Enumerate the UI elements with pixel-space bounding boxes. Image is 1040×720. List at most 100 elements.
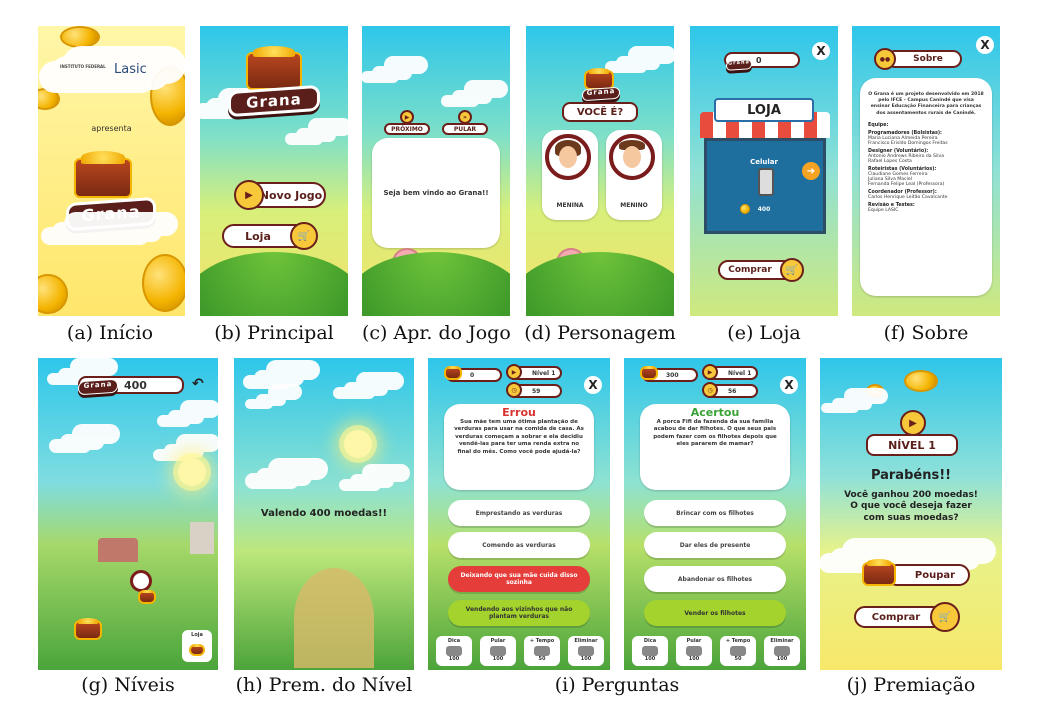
credits-heading: Equipe:: [868, 122, 889, 128]
coin-decoration: [60, 26, 100, 48]
screen-personagem: Grana VOCÊ É? MENINA MENINO: [526, 26, 674, 316]
level-title: NÍVEL 1: [866, 434, 958, 456]
cloud: [164, 444, 204, 458]
institute-name: INSTITUTO FEDERAL: [60, 64, 106, 69]
time-powerup[interactable]: + Tempo 50: [720, 636, 756, 666]
team-icon: ●●: [230, 262, 258, 290]
treasure-chest: [378, 270, 418, 300]
about-card: O Grana é um projeto desenvolvido em 201…: [860, 78, 992, 296]
answer-option-correct[interactable]: Vendendo aos vizinhos que não plantam ve…: [448, 600, 590, 626]
about-label: Sobre: [265, 269, 303, 283]
caption-i: (i) Perguntas: [554, 674, 680, 696]
cloud: [832, 398, 872, 410]
church: [190, 522, 214, 554]
boy-option[interactable]: MENINO: [606, 130, 662, 220]
answer-option[interactable]: Brincar com os filhotes: [644, 500, 786, 526]
next-item-arrow-icon[interactable]: ➔: [802, 162, 820, 180]
eliminate-powerup[interactable]: Eliminar 100: [568, 636, 604, 666]
question-text: Sua mãe tem uma ótima plantação de verdu…: [454, 419, 584, 455]
next-button[interactable]: PRÓXIMO: [384, 123, 430, 135]
skip-powerup[interactable]: Pular 100: [676, 636, 712, 666]
grana-badge: Grana: [78, 378, 118, 396]
girl-avatar-icon: [545, 134, 591, 180]
result-label-right: Acertou: [690, 406, 740, 419]
caption-g: (g) Níveis: [81, 674, 175, 696]
shop-shortcut[interactable]: Loja: [182, 630, 212, 662]
shop-label: Loja: [245, 229, 271, 243]
caption-c: (c) Apr. do Jogo: [362, 322, 511, 344]
coin-decoration: [38, 88, 60, 110]
phone-icon: [758, 168, 774, 196]
chest-icon: [640, 365, 658, 380]
eliminate-powerup[interactable]: Eliminar 100: [764, 636, 800, 666]
treasure-chest: [74, 151, 132, 198]
answer-option-correct[interactable]: Vender os filhotes: [644, 600, 786, 626]
skip-button[interactable]: PULAR: [442, 123, 488, 135]
lasic-logo: Lasic: [114, 62, 147, 77]
level-chest-icon[interactable]: [74, 618, 102, 640]
level-chest-icon[interactable]: [138, 589, 156, 604]
cloud: [344, 382, 388, 396]
treasure-chest: [246, 45, 302, 90]
screen-inicio: INSTITUTO FEDERAL Lasic apresenta Grana: [38, 26, 185, 316]
boy-avatar-icon: [609, 134, 655, 180]
credits-line: Rafael Lopes Costa: [868, 158, 912, 164]
credits-line: Carlos Henrique Leitão Cavalcante: [868, 194, 948, 200]
team-icon: ●●: [874, 48, 896, 70]
shop-shortcut-label: Loja: [191, 632, 203, 638]
screen-principal: Grana Novo Jogo ▶ Loja 🛒 Sobre ●●: [200, 26, 348, 316]
about-intro: O Grana é um projeto desenvolvido em 201…: [868, 92, 984, 116]
pig-mascot: [556, 248, 586, 278]
girl-option[interactable]: MENINA: [542, 130, 598, 220]
sun: [178, 458, 206, 486]
item-price: 400: [757, 206, 771, 213]
next-label: PRÓXIMO: [391, 125, 423, 133]
answer-option[interactable]: Emprestando as verduras: [448, 500, 590, 526]
welcome-text: Seja bem vindo ao Grana!!: [383, 189, 489, 197]
institute-logo: INSTITUTO FEDERAL: [60, 64, 106, 69]
answer-option[interactable]: Dar eles de presente: [644, 532, 786, 558]
cloud: [52, 222, 162, 242]
pig-mascot: [392, 248, 422, 278]
cloud: [452, 90, 492, 104]
coin-decoration: [866, 384, 884, 398]
cloud: [168, 410, 204, 424]
reward-message: Valendo 400 moedas!!: [260, 508, 388, 519]
cloud: [350, 474, 394, 488]
close-icon[interactable]: X: [780, 376, 798, 394]
answer-option-wrong[interactable]: Deixando que sua mãe cuida disso sozinha: [448, 566, 590, 592]
hint-powerup[interactable]: Dica 100: [632, 636, 668, 666]
hint-powerup[interactable]: Dica 100: [436, 636, 472, 666]
skip-powerup[interactable]: Pular 100: [480, 636, 516, 666]
player-avatar-icon: [130, 570, 152, 592]
close-icon[interactable]: X: [812, 42, 830, 60]
presents-text: apresenta: [91, 124, 132, 133]
question-text: A porca Fifi da fazenda da sua família a…: [653, 419, 777, 448]
answer-option[interactable]: Abandonar os filhotes: [644, 566, 786, 592]
cloud: [254, 370, 304, 386]
boy-label: MENINO: [620, 202, 648, 209]
award-message: Você ganhou 200 moedas! O que você desej…: [844, 490, 978, 523]
caption-b: (b) Principal: [214, 322, 334, 344]
cloud: [296, 128, 336, 142]
caption-a: (a) Início: [66, 322, 154, 344]
shop-title: LOJA: [714, 98, 814, 122]
about-title: Sobre: [886, 50, 962, 68]
about-button[interactable]: Sobre: [232, 264, 324, 288]
close-icon[interactable]: X: [976, 36, 994, 54]
play-icon: ▶: [234, 180, 264, 210]
screen-premiacao-nivel: Valendo 400 moedas!!: [234, 358, 414, 670]
next-icon: ▶: [400, 110, 414, 124]
sun: [344, 430, 372, 458]
cart-icon: 🛒: [930, 602, 960, 632]
character-title: VOCÊ É?: [562, 102, 638, 122]
new-game-label: Novo Jogo: [259, 188, 323, 202]
skip-label: PULAR: [453, 125, 477, 133]
credits-line: Francisco Erisldo Domingos Freitas: [868, 140, 948, 146]
time-powerup[interactable]: + Tempo 50: [524, 636, 560, 666]
screen-loja: 0 Grana X LOJA Celular 400 ➔ Comprar 🛒: [690, 26, 838, 316]
back-icon[interactable]: ↶: [192, 376, 204, 392]
save-button[interactable]: Poupar: [886, 564, 970, 586]
close-icon[interactable]: X: [584, 376, 602, 394]
answer-option[interactable]: Comendo as verduras: [448, 532, 590, 558]
